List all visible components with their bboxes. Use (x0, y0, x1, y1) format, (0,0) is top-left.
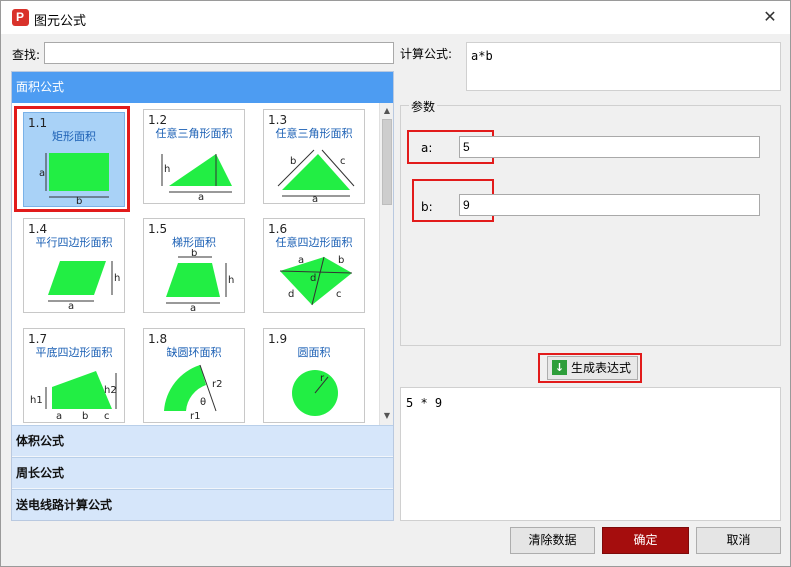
window-title: 图元公式 (34, 14, 87, 29)
tile-triangle-area-2[interactable]: 1.3 任意三角形面积 b c a (263, 109, 365, 204)
tile-label: 平底四边形面积 (35, 346, 113, 359)
formula-library-panel: 面积公式 1.1 矩形面积 a b 1.2 任意三角形面积 h a 1.3 任意… (11, 71, 394, 521)
tile-label: 梯形面积 (172, 236, 216, 249)
svg-text:h: h (164, 164, 170, 175)
tile-annulus-sector-area[interactable]: 1.8 缺圆环面积 r2 θ r1 (143, 328, 245, 423)
param-b-label: b: (421, 200, 433, 214)
annulus-sector-diagram-icon: r2 θ r1 (164, 364, 222, 421)
trapezoid-diagram-icon: b h a (166, 249, 234, 311)
param-b-input[interactable] (459, 194, 760, 216)
title-bar: P 图元公式 ✕ (1, 1, 790, 34)
group-power-line-formulas[interactable]: 送电线路计算公式 (12, 489, 393, 520)
tile-quadrilateral-area[interactable]: 1.6 任意四边形面积 a b d d c (263, 218, 365, 313)
svg-text:θ: θ (200, 397, 206, 408)
quadrilateral-diagram-icon: a b d d c (279, 255, 353, 306)
tile-trapezoid-area[interactable]: 1.5 梯形面积 b h a (143, 218, 245, 313)
svg-text:c: c (340, 156, 346, 167)
triangle-diagram-icon: h a (161, 154, 232, 202)
svg-text:a: a (190, 303, 196, 311)
tile-label: 缺圆环面积 (166, 346, 222, 359)
group-area-formulas[interactable]: 面积公式 (12, 72, 393, 103)
circle-diagram-icon: r (292, 370, 338, 416)
tile-label: 任意三角形面积 (275, 127, 353, 140)
arrow-down-icon: ↓ (552, 360, 567, 375)
tile-label: 任意四边形面积 (275, 236, 353, 249)
param-a-label: a: (421, 141, 433, 155)
app-logo-icon: P (12, 9, 29, 26)
group-perimeter-formulas[interactable]: 周长公式 (12, 457, 393, 488)
scroll-thumb[interactable] (382, 119, 392, 205)
svg-text:a: a (312, 194, 318, 202)
group-volume-formulas[interactable]: 体积公式 (12, 425, 393, 456)
svg-text:b: b (290, 156, 296, 167)
tile-parallelogram-area[interactable]: 1.4 平行四边形面积 h a (23, 218, 125, 313)
selected-tile-highlight (14, 106, 130, 212)
svg-text:a: a (298, 255, 304, 266)
svg-text:h2: h2 (104, 385, 117, 396)
tile-label: 平行四边形面积 (35, 236, 113, 249)
tile-triangle-area-1[interactable]: 1.2 任意三角形面积 h a (143, 109, 245, 204)
svg-text:c: c (104, 411, 110, 421)
scroll-up-icon[interactable]: ▲ (381, 104, 393, 118)
svg-text:a: a (56, 411, 62, 421)
tile-flat-bottom-quad-area[interactable]: 1.7 平底四边形面积 h1 h2 a b c (23, 328, 125, 423)
svg-text:a: a (198, 192, 204, 202)
triangle-sides-diagram-icon: b c a (277, 149, 355, 202)
svg-text:c: c (336, 289, 342, 300)
tile-label: 圆面积 (297, 346, 331, 359)
svg-text:h: h (228, 275, 234, 286)
expression-result[interactable]: 5 * 9 (400, 387, 781, 521)
tile-label: 任意三角形面积 (155, 127, 233, 140)
param-a-input[interactable] (459, 136, 760, 158)
svg-text:b: b (338, 255, 344, 266)
svg-text:h1: h1 (30, 395, 43, 406)
svg-text:a: a (68, 301, 74, 311)
ok-button[interactable]: 确定 (602, 527, 689, 554)
params-title: 参数 (409, 98, 438, 115)
svg-text:r1: r1 (190, 411, 200, 421)
formula-dialog: P 图元公式 ✕ 查找: 面积公式 1.1 矩形面积 a b 1.2 任意三角形… (0, 0, 791, 567)
svg-text:r2: r2 (212, 379, 222, 390)
search-label: 查找: (12, 48, 41, 62)
svg-text:b: b (82, 411, 88, 421)
flat-bottom-quad-diagram-icon: h1 h2 a b c (30, 371, 117, 421)
svg-text:d: d (310, 273, 316, 284)
tile-circle-area[interactable]: 1.9 圆面积 r (263, 328, 365, 423)
svg-text:d: d (288, 289, 294, 300)
generate-expression-label: 生成表达式 (571, 361, 632, 375)
formula-tile-grid: 1.1 矩形面积 a b 1.2 任意三角形面积 h a 1.3 任意三角形面积… (12, 103, 379, 425)
close-button[interactable]: ✕ (757, 5, 783, 29)
calc-formula-display: a*b (466, 42, 781, 91)
tile-grid-scrollbar[interactable]: ▲ ▼ (379, 103, 393, 425)
generate-expression-button[interactable]: ↓ 生成表达式 (547, 356, 638, 380)
clear-data-button[interactable]: 清除数据 (510, 527, 595, 554)
search-input[interactable] (44, 42, 394, 64)
svg-text:b: b (191, 249, 197, 259)
parallelogram-diagram-icon: h a (48, 261, 120, 311)
calc-formula-label: 计算公式: (400, 47, 453, 61)
svg-text:h: h (114, 273, 120, 284)
scroll-down-icon[interactable]: ▼ (381, 409, 393, 423)
cancel-button[interactable]: 取消 (696, 527, 781, 554)
